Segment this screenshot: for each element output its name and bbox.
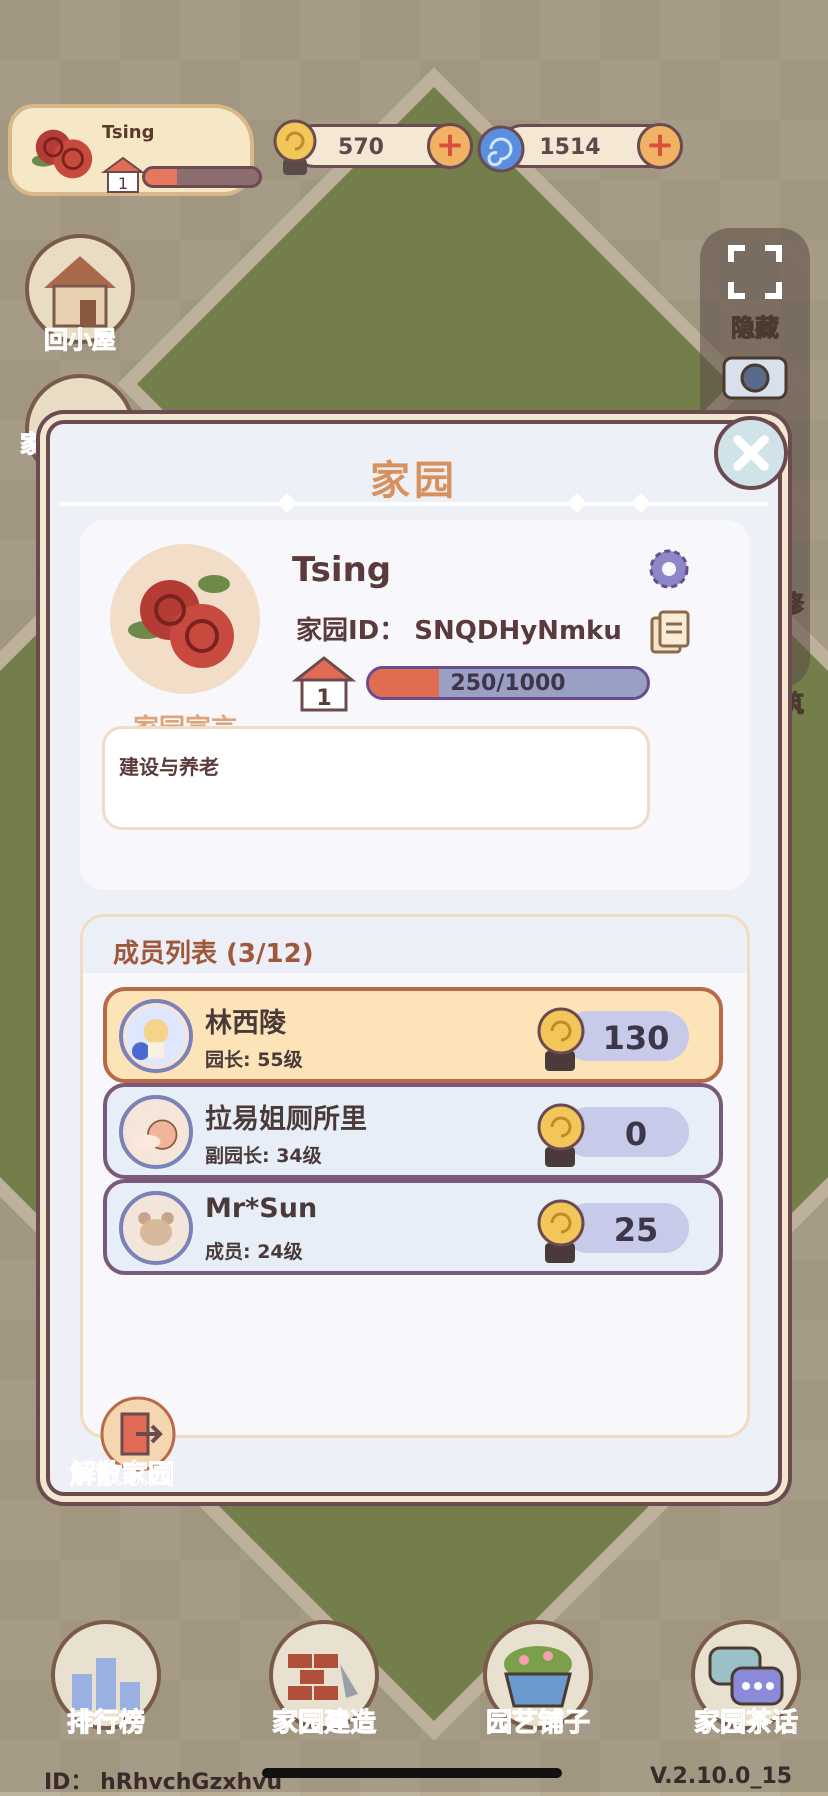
hide-button[interactable]: 隐藏 bbox=[700, 242, 810, 343]
player-level: 1 bbox=[118, 174, 128, 193]
dissolve-home-button[interactable]: 解散家园 bbox=[69, 1454, 174, 1491]
member-role: 成员: 24级 bbox=[205, 1241, 303, 1263]
snail-trophy-icon bbox=[537, 1007, 585, 1071]
title-divider bbox=[60, 493, 768, 513]
declaration-box[interactable]: 建设与养老 bbox=[102, 726, 650, 830]
player-profile-card[interactable]: Tsing 1 bbox=[8, 104, 262, 196]
member-name: Mr*Sun bbox=[205, 1193, 318, 1224]
dialog-title: 家园 bbox=[370, 458, 458, 504]
gem-value: 1514 bbox=[539, 135, 601, 160]
snail-trophy-icon bbox=[537, 1199, 585, 1263]
add-snail-coin-button[interactable]: + bbox=[427, 123, 473, 169]
gem-counter: 1514 + bbox=[477, 123, 683, 173]
home-info-card: 家园宣言 Tsing 家园ID： SNQDHyNmku 1 250/1000 建… bbox=[80, 520, 750, 890]
close-icon[interactable] bbox=[714, 416, 788, 490]
fullscreen-icon bbox=[728, 245, 782, 299]
level-house-icon: 1 bbox=[100, 156, 146, 193]
home-rose-avatar[interactable] bbox=[110, 544, 260, 694]
member-row[interactable]: 拉易姐厕所里 副园长: 34级 0 bbox=[103, 1083, 723, 1179]
garden-shop-button[interactable]: 园艺铺子 bbox=[468, 1620, 608, 1739]
members-title: 成员列表 (3/12) bbox=[113, 939, 314, 969]
home-level-icon: 1 bbox=[292, 656, 356, 712]
player-name: Tsing bbox=[102, 122, 155, 143]
bear-avatar bbox=[119, 1191, 193, 1265]
member-name: 林西陵 bbox=[205, 1008, 286, 1039]
home-build-button[interactable]: 家园建造 bbox=[254, 1620, 394, 1739]
snail-coin-counter: 570 + bbox=[273, 119, 473, 175]
home-name: Tsing bbox=[292, 550, 392, 590]
member-row[interactable]: Mr*Sun 成员: 24级 25 bbox=[103, 1179, 723, 1275]
snail-coin-value: 570 bbox=[338, 135, 384, 160]
back-to-house-button[interactable]: 回小屋 bbox=[20, 234, 140, 355]
home-build-label: 家园建造 bbox=[271, 1708, 376, 1739]
member-name: 拉易姐厕所里 bbox=[205, 1104, 367, 1135]
tea-chat-label: 家园茶话 bbox=[693, 1708, 798, 1739]
homestead-dialog: 家园 家园宣言 Tsing 家园ID： SNQDHyNmku 1 250/100… bbox=[46, 420, 782, 1496]
home-exp-bar: 250/1000 bbox=[366, 666, 650, 700]
camera-icon bbox=[722, 356, 788, 400]
tea-chat-button[interactable]: 家园茶话 bbox=[676, 1620, 816, 1739]
player-exp-bar bbox=[142, 166, 262, 188]
member-row[interactable]: 林西陵 园长: 55级 130 bbox=[103, 987, 723, 1083]
members-card: 成员列表 (3/12) 林西陵 园长: 55级 130 拉易姐厕所里 副园长: … bbox=[80, 914, 750, 1438]
home-exp-text: 250/1000 bbox=[450, 671, 566, 696]
member-role: 园长: 55级 bbox=[205, 1049, 303, 1071]
member-role: 副园长: 34级 bbox=[205, 1145, 322, 1167]
snail-avatar bbox=[119, 1095, 193, 1169]
version-text: V.2.10.0_15 bbox=[650, 1764, 793, 1789]
ranking-button[interactable]: 排行榜 bbox=[36, 1620, 176, 1739]
add-gem-button[interactable]: + bbox=[637, 123, 683, 169]
snail-trophy-icon bbox=[537, 1103, 585, 1167]
garden-shop-label: 园艺铺子 bbox=[485, 1708, 590, 1739]
user-id-text: ID： hRhvchGzxhvu bbox=[44, 1770, 283, 1795]
home-id: 家园ID： SNQDHyNmku bbox=[296, 616, 622, 646]
declaration-text: 建设与养老 bbox=[119, 755, 219, 779]
copy-icon[interactable] bbox=[650, 610, 690, 656]
rose-avatar-icon bbox=[31, 129, 93, 179]
hide-label: 隐藏 bbox=[731, 314, 780, 343]
home-level: 1 bbox=[316, 686, 331, 711]
home-indicator[interactable] bbox=[262, 1768, 562, 1778]
knight-avatar bbox=[119, 999, 193, 1073]
gear-icon[interactable] bbox=[646, 546, 692, 592]
